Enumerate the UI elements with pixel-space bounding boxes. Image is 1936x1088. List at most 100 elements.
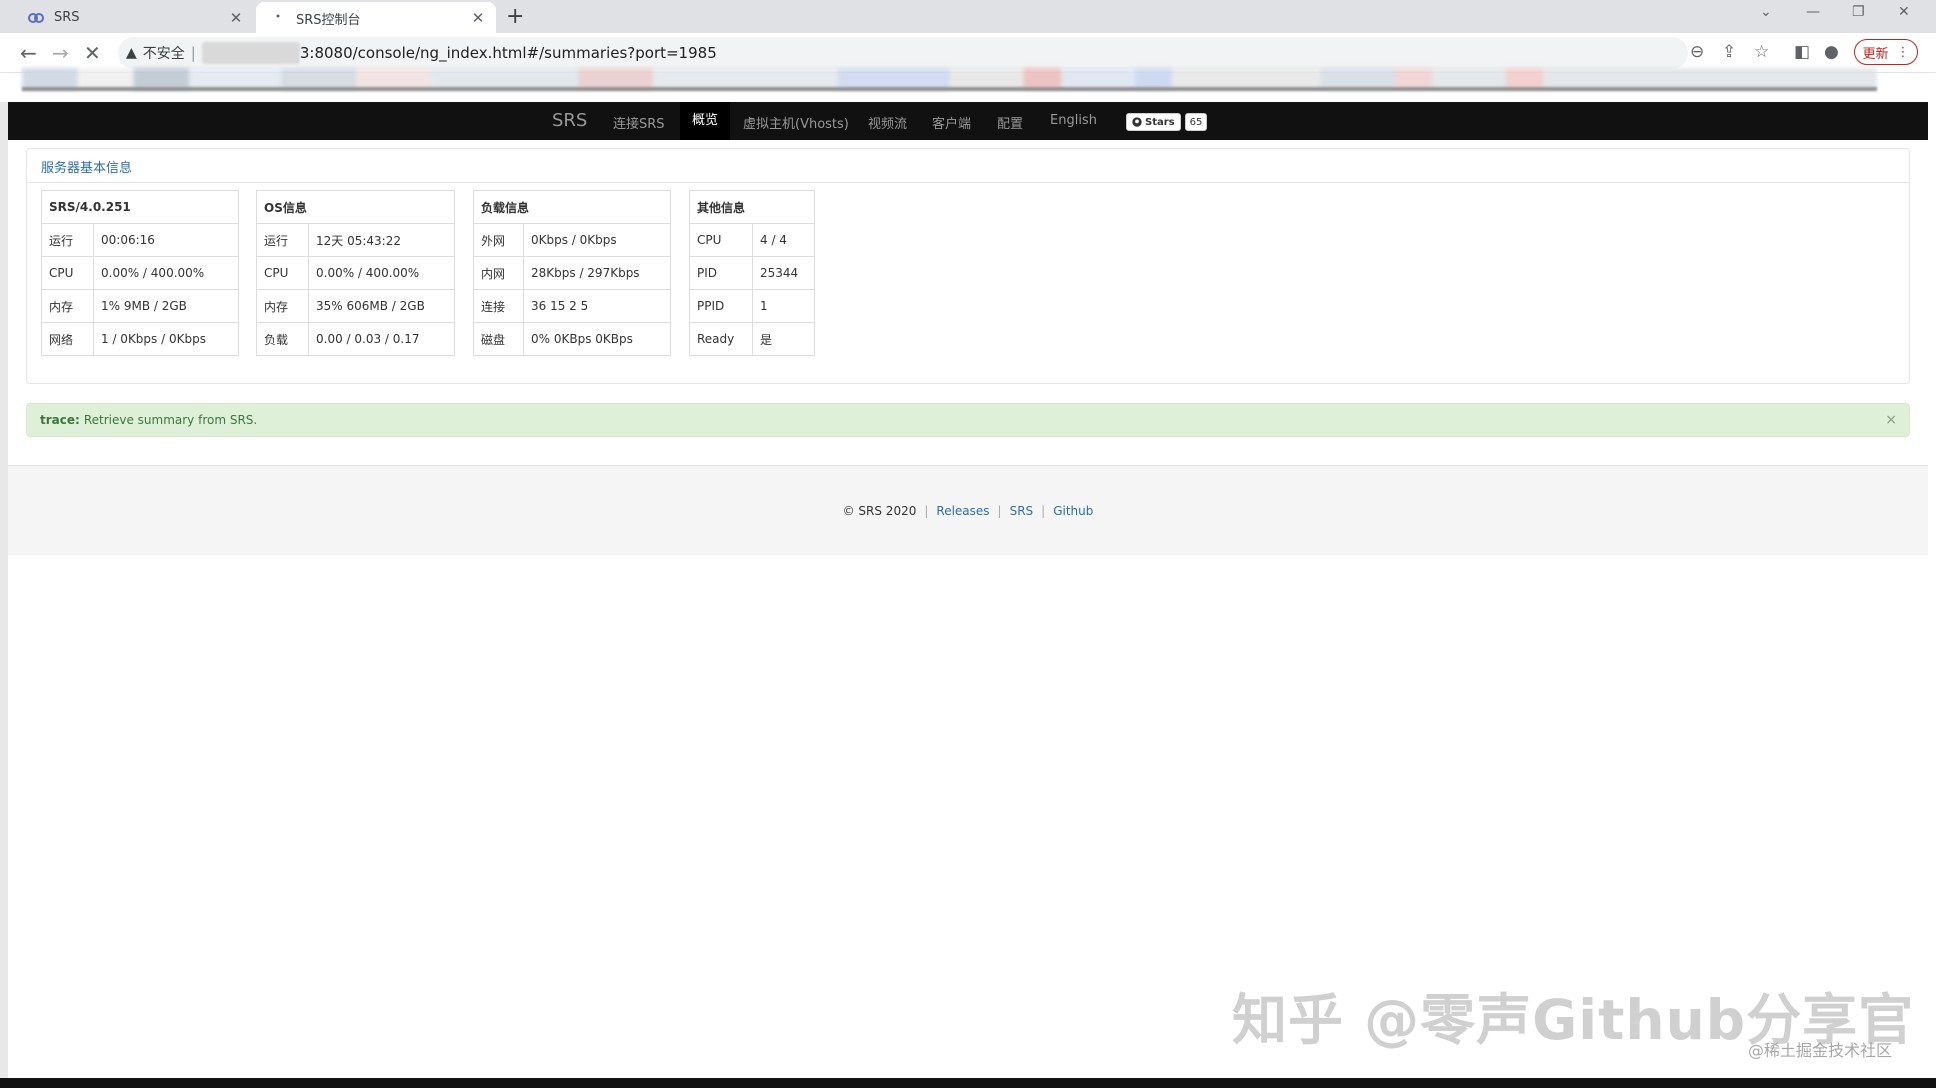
nav-vhosts[interactable]: 虚拟主机(Vhosts) xyxy=(743,113,849,132)
tab-title: SRS控制台 xyxy=(296,12,361,28)
row-key: 内存 xyxy=(41,289,94,323)
srs-favicon-icon xyxy=(28,10,44,26)
table-row: 负载 0.00 / 0.03 / 0.17 xyxy=(256,322,455,356)
url-text: 3:8080/console/ng_index.html#/summaries?… xyxy=(299,44,717,62)
update-button[interactable]: 更新 ⋮ xyxy=(1854,39,1918,65)
nav-english[interactable]: English xyxy=(1050,113,1097,128)
forward-button[interactable]: → xyxy=(52,41,69,65)
table-row: CPU 0.00% / 400.00% xyxy=(41,256,239,290)
table-row: 磁盘 0% 0KBps 0KBps xyxy=(473,322,671,356)
table-row: 内网 28Kbps / 297Kbps xyxy=(473,256,671,290)
table-row: 内存 1% 9MB / 2GB xyxy=(41,289,239,323)
nav-config[interactable]: 配置 xyxy=(997,113,1023,132)
nav-connect-srs[interactable]: 连接SRS xyxy=(613,113,665,132)
share-icon[interactable]: ⇪ xyxy=(1722,42,1736,62)
footer-link-github[interactable]: Github xyxy=(1053,504,1093,518)
window-close-button[interactable]: ✕ xyxy=(1898,4,1910,20)
footer-divider: | xyxy=(997,503,1002,518)
table-row: Ready 是 xyxy=(689,322,815,356)
row-key: 内网 xyxy=(473,256,524,290)
screen-bottom-edge xyxy=(0,1078,1936,1088)
warning-icon: ▲ xyxy=(126,45,137,61)
github-stars-button[interactable]: Stars xyxy=(1126,113,1181,131)
panel-title: 服务器基本信息 xyxy=(27,149,1909,183)
github-stars-count: 65 xyxy=(1184,113,1208,131)
row-key: 负载 xyxy=(256,322,309,356)
github-stars-label: Stars xyxy=(1145,116,1175,128)
table-row: 连接 36 15 2 5 xyxy=(473,289,671,323)
browser-tab-srs-console[interactable]: SRS控制台 ✕ xyxy=(256,2,496,34)
table-header: 负载信息 xyxy=(473,190,671,224)
row-value: 0.00 / 0.03 / 0.17 xyxy=(308,322,455,356)
tab-search-icon[interactable]: ⌄ xyxy=(1760,4,1772,20)
row-value: 25344 xyxy=(752,256,815,290)
row-value: 1 xyxy=(752,289,815,323)
table-row: 网络 1 / 0Kbps / 0Kbps xyxy=(41,322,239,356)
table-row: CPU 0.00% / 400.00% xyxy=(256,256,455,290)
row-key: CPU xyxy=(41,256,94,290)
row-value: 0Kbps / 0Kbps xyxy=(523,223,671,257)
row-key: PPID xyxy=(689,289,753,323)
new-tab-button[interactable]: + xyxy=(506,4,524,29)
nav-streams[interactable]: 视频流 xyxy=(868,113,907,132)
alert-close-icon[interactable]: × xyxy=(1885,412,1897,428)
tab-close-icon[interactable]: ✕ xyxy=(466,9,490,27)
stop-loading-button[interactable]: ✕ xyxy=(84,41,101,65)
row-value: 36 15 2 5 xyxy=(523,289,671,323)
page-left-edge xyxy=(0,102,8,1082)
footer: © SRS 2020 | Releases | SRS | Github xyxy=(8,465,1928,555)
footer-link-srs[interactable]: SRS xyxy=(1010,504,1034,518)
minimize-button[interactable]: — xyxy=(1806,4,1820,20)
alert-message: Retrieve summary from SRS. xyxy=(83,413,258,427)
footer-divider: | xyxy=(1041,503,1046,518)
os-info-table: OS信息 运行 12天 05:43:22 CPU 0.00% / 400.00% 内… xyxy=(256,190,455,356)
update-label: 更新 xyxy=(1862,46,1889,62)
side-panel-icon[interactable]: ◧ xyxy=(1794,42,1810,62)
row-key: 内存 xyxy=(256,289,309,323)
tab-title: SRS xyxy=(54,10,80,25)
row-key: 运行 xyxy=(41,223,94,257)
github-stars-badge[interactable]: Stars 65 xyxy=(1126,113,1208,131)
table-header: SRS/4.0.251 xyxy=(41,190,239,224)
other-info-table: 其他信息 CPU 4 / 4 PID 25344 PPID 1 Ready 是 xyxy=(689,190,815,356)
row-value: 28Kbps / 297Kbps xyxy=(523,256,671,290)
juejin-watermark: @稀土掘金技术社区 xyxy=(1748,1041,1893,1060)
back-button[interactable]: ← xyxy=(20,41,37,65)
bookmark-star-icon[interactable]: ☆ xyxy=(1754,42,1769,62)
bookmarks-bar-line xyxy=(22,87,1877,91)
redacted-host xyxy=(201,42,300,64)
srs-info-table: SRS/4.0.251 运行 00:06:16 CPU 0.00% / 400.00… xyxy=(41,190,239,356)
brand-link[interactable]: SRS xyxy=(552,110,587,131)
browser-tab-srs[interactable]: SRS ✕ xyxy=(14,2,254,33)
row-value: 0% 0KBps 0KBps xyxy=(523,322,671,356)
address-bar[interactable]: ▲ 不安全 | 3:8080/console/ng_index.html#/su… xyxy=(118,37,1688,69)
browser-tabstrip: SRS ✕ SRS控制台 ✕ + ⌄ — ❐ ✕ xyxy=(0,0,1936,34)
menu-dots-icon: ⋮ xyxy=(1896,44,1910,60)
row-key: CPU xyxy=(689,223,753,257)
table-header: 其他信息 xyxy=(689,190,815,224)
zoom-icon[interactable]: ⊖ xyxy=(1690,42,1704,62)
nav-clients[interactable]: 客户端 xyxy=(932,113,971,132)
row-key: PID xyxy=(689,256,753,290)
row-key: 磁盘 xyxy=(473,322,524,356)
loading-icon xyxy=(270,10,286,26)
table-row: CPU 4 / 4 xyxy=(689,223,815,257)
profile-icon[interactable]: ● xyxy=(1824,42,1839,62)
restore-button[interactable]: ❐ xyxy=(1852,4,1865,20)
address-separator: | xyxy=(190,44,196,62)
row-key: 网络 xyxy=(41,322,94,356)
row-value: 12天 05:43:22 xyxy=(308,223,455,257)
footer-link-releases[interactable]: Releases xyxy=(936,504,989,518)
nav-overview[interactable]: 概览 xyxy=(680,102,731,140)
table-row: 外网 0Kbps / 0Kbps xyxy=(473,223,671,257)
tab-close-icon[interactable]: ✕ xyxy=(224,9,248,27)
row-key: 外网 xyxy=(473,223,524,257)
row-value: 4 / 4 xyxy=(752,223,815,257)
browser-toolbar: ← → ✕ ▲ 不安全 | 3:8080/console/ng_index.ht… xyxy=(0,33,1936,73)
insecure-label: 不安全 xyxy=(142,46,185,62)
table-row: 运行 12天 05:43:22 xyxy=(256,223,455,257)
row-key: 运行 xyxy=(256,223,309,257)
table-row: PID 25344 xyxy=(689,256,815,290)
table-row: 运行 00:06:16 xyxy=(41,223,239,257)
row-value: 1 / 0Kbps / 0Kbps xyxy=(93,322,239,356)
